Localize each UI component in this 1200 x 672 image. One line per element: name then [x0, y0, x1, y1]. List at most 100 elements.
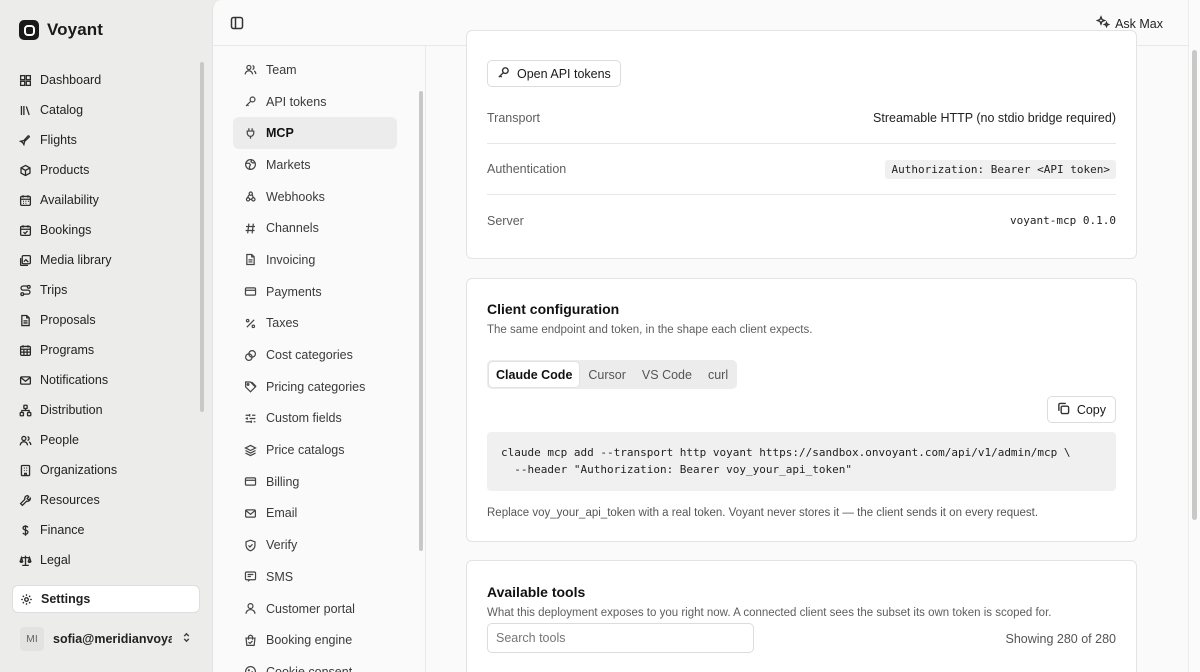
team-icon [244, 63, 257, 76]
subnav-item-label: API tokens [266, 94, 327, 109]
building-icon [19, 464, 32, 477]
tab-claude-code[interactable]: Claude Code [489, 362, 580, 387]
subnav-item-api-tokens[interactable]: API tokens [233, 86, 397, 118]
config-code-block[interactable]: claude mcp add --transport http voyant h… [487, 432, 1116, 491]
subnav-item-email[interactable]: Email [233, 498, 397, 530]
brand-name: Voyant [47, 20, 104, 39]
verify-icon [244, 539, 257, 552]
sidebar-item-catalog[interactable]: Catalog [12, 95, 200, 125]
subnav-item-label: Customer portal [266, 601, 355, 616]
available-tools-title: Available tools [487, 584, 586, 600]
sidebar-item-finance[interactable]: Finance [12, 515, 200, 545]
code-line: --header "Authorization: Bearer voy_your… [501, 462, 852, 476]
tab-curl[interactable]: curl [701, 362, 735, 387]
sidebar-item-media-library[interactable]: Media library [12, 245, 200, 275]
sidebar-item-settings[interactable]: Settings [12, 585, 200, 613]
subnav-item-pricing-categories[interactable]: Pricing categories [233, 371, 397, 403]
sidebar-item-label: Catalog [40, 103, 84, 117]
sidebar-item-label: Dashboard [40, 73, 102, 87]
brand[interactable]: Voyant [19, 20, 103, 40]
mail-icon [19, 374, 32, 387]
subnav-item-label: Cookie consent [266, 664, 353, 672]
sidebar-item-label: Settings [41, 592, 91, 606]
sidebar-item-people[interactable]: People [12, 425, 200, 455]
sidebar-item-resources[interactable]: Resources [12, 485, 200, 515]
transport-label: Transport [487, 111, 541, 125]
page-scrollbar-thumb[interactable] [1192, 50, 1197, 520]
mcp-icon [244, 127, 257, 140]
subnav-item-label: Webhooks [266, 189, 325, 204]
sidebar-item-label: Media library [40, 253, 112, 267]
sidebar-item-proposals[interactable]: Proposals [12, 305, 200, 335]
key-icon [497, 66, 510, 82]
subnav-item-price-catalogs[interactable]: Price catalogs [233, 434, 397, 466]
sidebar-toggle-icon[interactable] [230, 16, 244, 30]
sms-icon [244, 570, 257, 583]
connection-card: Open API tokens Transport Streamable HTT… [466, 30, 1137, 259]
sidebar-item-label: Availability [40, 193, 99, 207]
subnav-item-cost-categories[interactable]: Cost categories [233, 339, 397, 371]
subnav-item-webhooks[interactable]: Webhooks [233, 181, 397, 213]
subnav-item-cookie-consent[interactable]: Cookie consent [233, 656, 397, 672]
subnav-item-sms[interactable]: SMS [233, 561, 397, 593]
sidebar-item-dashboard[interactable]: Dashboard [12, 65, 200, 95]
subnav-item-mcp[interactable]: MCP [233, 117, 397, 150]
sidebar-item-distribution[interactable]: Distribution [12, 395, 200, 425]
subnav-item-label: Email [266, 506, 298, 521]
subnav-item-channels[interactable]: Channels [233, 212, 397, 244]
subnav-item-label: MCP [266, 126, 294, 141]
calendar-check-icon [19, 224, 32, 237]
subnav-item-payments[interactable]: Payments [233, 276, 397, 308]
sidebar-item-notifications[interactable]: Notifications [12, 365, 200, 395]
catalog-icon [19, 104, 32, 117]
network-icon [19, 404, 32, 417]
sidebar-scrollbar[interactable] [200, 62, 204, 412]
subnav-item-team[interactable]: Team [233, 54, 397, 86]
transport-row: Transport Streamable HTTP (no stdio brid… [487, 93, 1116, 144]
subnav-item-label: Cost categories [266, 348, 353, 363]
subnav-scrollbar[interactable] [419, 91, 423, 551]
billing-icon [244, 475, 257, 488]
sidebar-item-availability[interactable]: Availability [12, 185, 200, 215]
subnav-item-custom-fields[interactable]: Custom fields [233, 403, 397, 435]
subnav-item-customer-portal[interactable]: Customer portal [233, 593, 397, 625]
subnav-item-label: Billing [266, 474, 300, 489]
pricing-categories-icon [244, 380, 257, 393]
subnav-item-label: Markets [266, 157, 311, 172]
client-tabs: Claude Code Cursor VS Code curl [487, 360, 738, 389]
subnav-item-markets[interactable]: Markets [233, 149, 397, 181]
sidebar-item-legal[interactable]: Legal [12, 545, 200, 575]
subnav-item-label: Pricing categories [266, 379, 366, 394]
tab-cursor[interactable]: Cursor [581, 362, 633, 387]
user-menu[interactable]: MI sofia@meridianvoya... [20, 627, 192, 651]
subnav-item-taxes[interactable]: Taxes [233, 308, 397, 340]
calendar-grid-icon [19, 344, 32, 357]
main-panel: Ask Max Team API tokens MCP Markets Webhooks… [212, 0, 1188, 672]
tab-vs-code[interactable]: VS Code [635, 362, 699, 387]
open-api-tokens-button[interactable]: Open API tokens [487, 60, 621, 87]
sidebar-item-label: Notifications [40, 373, 109, 387]
sidebar-item-label: Distribution [40, 403, 103, 417]
sidebar-item-products[interactable]: Products [12, 155, 200, 185]
subnav-item-billing[interactable]: Billing [233, 466, 397, 498]
ask-max-label: Ask Max [1115, 16, 1163, 31]
price-catalogs-icon [244, 444, 257, 457]
subnav-item-label: Channels [266, 221, 319, 236]
transport-value: Streamable HTTP (no stdio bridge require… [873, 111, 1116, 125]
copy-button[interactable]: Copy [1046, 396, 1116, 423]
gear-icon [20, 593, 33, 606]
subnav-item-invoicing[interactable]: Invoicing [233, 244, 397, 276]
sidebar-item-programs[interactable]: Programs [12, 335, 200, 365]
subnav-item-booking-engine[interactable]: Booking engine [233, 624, 397, 656]
sidebar-item-bookings[interactable]: Bookings [12, 215, 200, 245]
sidebar-item-trips[interactable]: Trips [12, 275, 200, 305]
sidebar-item-organizations[interactable]: Organizations [12, 455, 200, 485]
markets-icon [244, 158, 257, 171]
subnav-item-verify[interactable]: Verify [233, 529, 397, 561]
invoicing-icon [244, 253, 257, 266]
subnav-item-label: SMS [266, 569, 294, 584]
main-nav: Dashboard Catalog Flights Products Availabil… [12, 65, 200, 575]
search-tools-input[interactable] [487, 623, 754, 653]
sidebar-item-flights[interactable]: Flights [12, 125, 200, 155]
sidebar-item-label: Bookings [40, 223, 92, 237]
